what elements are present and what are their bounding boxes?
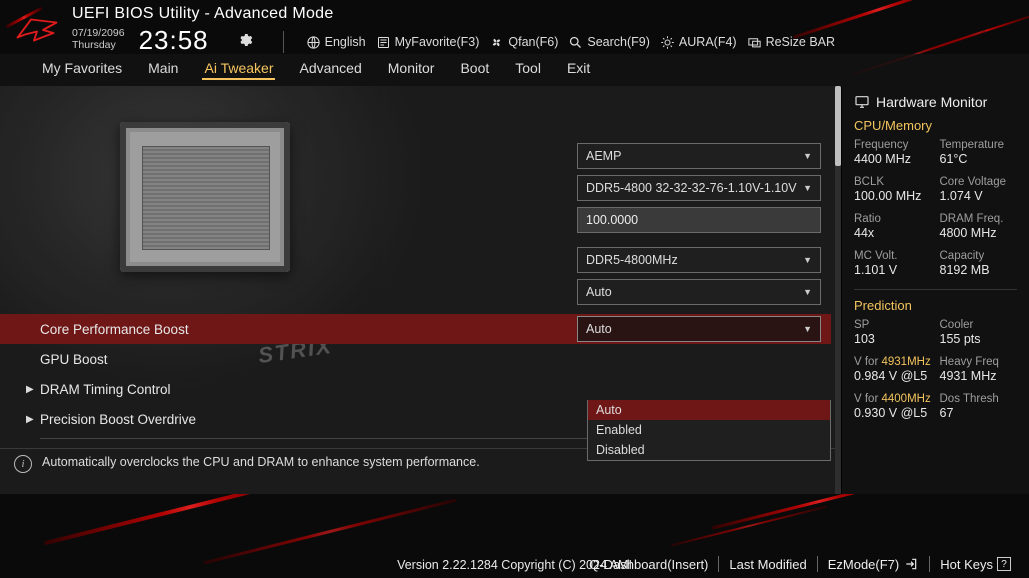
menu-boot[interactable]: Boot	[458, 58, 491, 80]
main-panel: STRIX AEMP▼ DDR5-4800 32-32-32-76-1.10V-…	[0, 86, 841, 494]
search-icon	[568, 35, 583, 50]
auto-dropdown-1[interactable]: Auto▼	[577, 279, 821, 305]
fan-icon	[489, 35, 504, 50]
main-menu: My Favorites Main Ai Tweaker Advanced Mo…	[0, 54, 1029, 86]
dram-freq-dropdown[interactable]: DDR5-4800MHz▼	[577, 247, 821, 273]
monitor-icon	[854, 94, 870, 110]
settings-gear-icon[interactable]	[237, 32, 253, 48]
aemp-dropdown[interactable]: AEMP▼	[577, 143, 821, 169]
option-auto[interactable]: Auto	[588, 400, 830, 420]
menu-my-favorites[interactable]: My Favorites	[40, 58, 124, 80]
aura-icon	[660, 35, 675, 50]
header-toolbar: English MyFavorite(F3) Qfan(F6)	[306, 35, 835, 50]
info-text: Automatically overclocks the CPU and DRA…	[42, 455, 480, 469]
rog-logo-icon	[14, 15, 60, 45]
menu-tool[interactable]: Tool	[513, 58, 543, 80]
aura-button[interactable]: AURA(F4)	[660, 35, 737, 50]
sidebar-title: Hardware Monitor	[876, 94, 987, 110]
bclk-input[interactable]	[577, 207, 821, 233]
chevron-right-icon: ▶	[26, 384, 34, 395]
section-cpu-memory: CPU/Memory	[854, 118, 1017, 133]
menu-ai-tweaker[interactable]: Ai Tweaker	[202, 58, 275, 80]
memory-profile-dropdown[interactable]: DDR5-4800 32-32-32-76-1.10V-1.10V▼	[577, 175, 821, 201]
last-modified-button[interactable]: Last Modified	[729, 557, 806, 572]
question-icon: ?	[997, 557, 1011, 571]
resize-bar-button[interactable]: ReSize BAR	[747, 35, 835, 50]
q-dashboard-button[interactable]: Q-Dashboard(Insert)	[589, 557, 708, 572]
menu-main[interactable]: Main	[146, 58, 180, 80]
core-performance-boost-options[interactable]: Auto Enabled Disabled	[587, 400, 831, 461]
qfan-button[interactable]: Qfan(F6)	[489, 35, 558, 50]
myfavorite-button[interactable]: MyFavorite(F3)	[376, 35, 480, 50]
exit-icon	[903, 557, 919, 571]
info-icon: i	[14, 455, 32, 473]
resize-icon	[747, 35, 762, 50]
core-performance-boost-dropdown[interactable]: Auto▼	[577, 316, 821, 342]
menu-exit[interactable]: Exit	[565, 58, 592, 80]
date-block: 07/19/2096 Thursday	[72, 28, 125, 51]
menu-monitor[interactable]: Monitor	[386, 58, 437, 80]
section-prediction: Prediction	[854, 298, 1017, 313]
clock: 23:58	[139, 25, 209, 56]
scrollbar[interactable]	[835, 86, 841, 494]
window-title: UEFI BIOS Utility - Advanced Mode	[72, 5, 835, 23]
ezmode-button[interactable]: EzMode(F7)	[828, 557, 920, 572]
menu-advanced[interactable]: Advanced	[297, 58, 363, 80]
footer: Version 2.22.1284 Copyright (C) 2024 AMI…	[0, 534, 1029, 578]
favorite-icon	[376, 35, 391, 50]
language-button[interactable]: English	[306, 35, 366, 50]
globe-icon	[306, 35, 321, 50]
search-button[interactable]: Search(F9)	[568, 35, 650, 50]
hardware-monitor-sidebar: Hardware Monitor CPU/Memory Frequency440…	[841, 86, 1029, 494]
header: UEFI BIOS Utility - Advanced Mode 07/19/…	[0, 0, 1029, 54]
option-enabled[interactable]: Enabled	[588, 420, 830, 440]
row-core-performance-boost[interactable]: Core Performance Boost Auto▼	[0, 314, 831, 344]
chevron-right-icon: ▶	[26, 414, 34, 425]
row-gpu-boost[interactable]: GPU Boost	[0, 344, 831, 374]
option-disabled[interactable]: Disabled	[588, 440, 830, 460]
hot-keys-button[interactable]: Hot Keys ?	[940, 557, 1011, 572]
